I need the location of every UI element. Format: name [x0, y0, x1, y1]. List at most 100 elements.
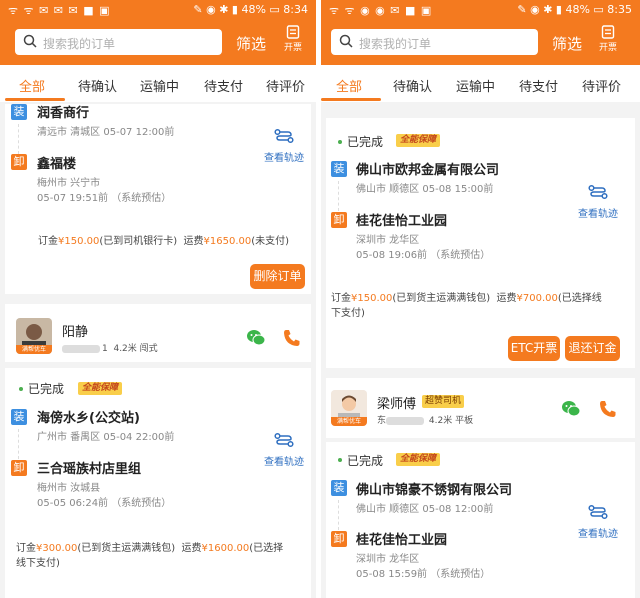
avatar-tag: 满帮优车 [331, 417, 367, 426]
status-bar: ᯤ ᯤ ✉ ✉ ✉ ■ ▣ ✎ ◉ ✱ ▮ 48% ▭ 8:34 [0, 0, 316, 22]
view-track-button[interactable]: 查看轨迹 [254, 128, 314, 164]
deposit-amount: ¥150.00 [58, 236, 100, 247]
search-input[interactable]: 搜索我的订单 [331, 29, 538, 55]
super-driver-tag: 超赞司机 [422, 395, 465, 408]
invoice-icon [286, 25, 300, 39]
left-screen: ᯤ ᯤ ✉ ✉ ✉ ■ ▣ ✎ ◉ ✱ ▮ 48% ▭ 8:34 搜索我的订单 … [0, 0, 316, 598]
unload-time: 05-08 19:06前 （系统预估） [356, 250, 491, 261]
right-screen: ᯤ ᯤ ◉ ◉ ✉ ■ ▣ ✎ ◉ ✱ ▮ 48% ▭ 8:35 搜索我的订单 … [321, 0, 640, 598]
view-track-label: 查看轨迹 [578, 209, 618, 220]
order-card[interactable]: 装 润香商行 清远市 清城区 05-07 12:00前 卸 鑫福楼 梅州市 兴宁… [5, 104, 311, 294]
payment-info: 订金¥150.00(已到司机银行卡) 运费¥1650.00(未支付) [38, 234, 308, 249]
screenshot-collage: ᯤ ᯤ ✉ ✉ ✉ ■ ▣ ✎ ◉ ✱ ▮ 48% ▭ 8:34 搜索我的订单 … [0, 0, 640, 598]
freight-amount: ¥1600.00 [201, 543, 250, 554]
route-line [338, 500, 339, 530]
unload-place: 桂花佳怡工业园 [356, 533, 448, 548]
unload-badge: 卸 [331, 531, 347, 547]
etc-invoice-button[interactable]: ETC开票 [508, 336, 560, 361]
phone-icon[interactable] [282, 328, 302, 348]
tab-underline [321, 98, 381, 101]
refund-deposit-button[interactable]: 退还订金 [565, 336, 620, 361]
deposit-label: 订金 [331, 293, 351, 304]
payment-info: 订金¥300.00(已到货主运满满钱包) 运费¥1600.00(已选择 线下支付) [16, 541, 308, 571]
freight-note: (已选择线 [557, 293, 602, 304]
freight-label: 运费 [183, 236, 204, 247]
avatar: 满帮优车 [16, 318, 52, 354]
unload-location: 深圳市 龙华区 [356, 235, 420, 246]
tab-pending-payment[interactable]: 待支付 [204, 76, 243, 95]
route-icon [274, 432, 294, 448]
deposit-label: 订金 [38, 236, 58, 247]
tab-pending-review[interactable]: 待评价 [266, 76, 305, 95]
deposit-note: (已到货主运满满钱包) [77, 543, 176, 554]
driver-card[interactable]: 满帮优车 阳静 1 4.2米 闯式 [5, 304, 311, 362]
wechat-icon[interactable] [561, 399, 581, 419]
invoice-button[interactable]: 开票 [281, 25, 305, 53]
view-track-label: 查看轨迹 [578, 529, 618, 540]
driver-vehicle: 东 4.2米 平板 [377, 413, 473, 426]
freight-amount: ¥1650.00 [203, 236, 252, 247]
filter-button[interactable]: 筛选 [552, 33, 582, 54]
status-bar: ᯤ ᯤ ◉ ◉ ✉ ■ ▣ ✎ ◉ ✱ ▮ 48% ▭ 8:35 [321, 0, 640, 22]
freight-note: (已选择 [249, 543, 284, 554]
unload-badge: 卸 [11, 460, 27, 476]
tab-all[interactable]: 全部 [19, 76, 45, 95]
masked-phone-prefix: 东 [377, 416, 387, 426]
load-place: 海傍水乡(公交站) [37, 411, 140, 426]
tab-pending-confirm[interactable]: 待确认 [78, 76, 117, 95]
unload-location: 梅州市 兴宁市 [37, 178, 101, 189]
driver-card[interactable]: 满帮优车 梁师傅 超赞司机 东 4.2米 平板 [326, 378, 635, 438]
freight-label: 运费 [496, 293, 517, 304]
route-line [338, 181, 339, 211]
wechat-icon[interactable] [246, 328, 266, 348]
guarantee-badge: 全能保障 [78, 382, 123, 395]
driver-name: 阳静 [62, 325, 89, 340]
route-icon [588, 184, 608, 200]
deposit-note: (已到司机银行卡) [99, 236, 178, 247]
view-track-button[interactable]: 查看轨迹 [568, 504, 628, 540]
vehicle-info: 4.2米 平板 [428, 416, 474, 426]
order-card[interactable]: 已完成 全能保障 装 海傍水乡(公交站) 广州市 番禺区 05-04 22:00… [5, 368, 311, 598]
filter-button[interactable]: 筛选 [236, 33, 266, 54]
delete-order-button[interactable]: 删除订单 [250, 264, 305, 289]
deposit-label: 订金 [16, 543, 36, 554]
search-placeholder: 搜索我的订单 [43, 37, 116, 51]
driver-name: 梁师傅 [377, 397, 417, 412]
tab-all[interactable]: 全部 [336, 76, 362, 95]
unload-badge: 卸 [331, 212, 347, 228]
tab-pending-payment[interactable]: 待支付 [519, 76, 558, 95]
freight-note-cont: 线下支付) [16, 558, 60, 569]
order-card[interactable]: 已完成 全能保障 装 佛山市欧邦金属有限公司 佛山市 顺德区 05-08 15:… [326, 118, 635, 368]
search-icon [23, 34, 37, 48]
status-dot [19, 387, 23, 391]
route-line [18, 124, 19, 154]
unload-place: 鑫福楼 [37, 157, 77, 172]
load-location-time: 佛山市 顺德区 05-08 15:00前 [356, 184, 494, 195]
load-location-time: 广州市 番禺区 05-04 22:00前 [37, 432, 175, 443]
search-placeholder: 搜索我的订单 [359, 37, 432, 51]
search-icon [339, 34, 353, 48]
freight-amount: ¥700.00 [516, 293, 558, 304]
invoice-icon [601, 25, 615, 39]
tab-in-transit[interactable]: 运输中 [456, 76, 495, 95]
view-track-button[interactable]: 查看轨迹 [568, 184, 628, 220]
load-place: 佛山市锦豪不锈钢有限公司 [356, 483, 513, 498]
invoice-label: 开票 [283, 43, 302, 53]
view-track-button[interactable]: 查看轨迹 [254, 432, 314, 468]
app-header: ᯤ ᯤ ◉ ◉ ✉ ■ ▣ ✎ ◉ ✱ ▮ 48% ▭ 8:35 搜索我的订单 … [321, 0, 640, 65]
unload-time: 05-05 06:24前 （系统预估） [37, 498, 172, 509]
load-place: 佛山市欧邦金属有限公司 [356, 163, 500, 178]
order-card[interactable]: 已完成 全能保障 装 佛山市锦豪不锈钢有限公司 佛山市 顺德区 05-08 12… [326, 442, 635, 598]
phone-icon[interactable] [598, 399, 618, 419]
load-location-time: 清远市 清城区 05-07 12:00前 [37, 127, 175, 138]
tab-in-transit[interactable]: 运输中 [140, 76, 179, 95]
tab-pending-confirm[interactable]: 待确认 [393, 76, 432, 95]
invoice-button[interactable]: 开票 [596, 25, 620, 53]
masked-phone [386, 416, 425, 425]
guarantee-badge: 全能保障 [396, 134, 441, 147]
guarantee-badge: 全能保障 [396, 453, 441, 466]
load-badge: 装 [11, 104, 27, 120]
search-input[interactable]: 搜索我的订单 [15, 29, 222, 55]
tab-pending-review[interactable]: 待评价 [582, 76, 621, 95]
vehicle-info: 4.2米 闯式 [113, 344, 158, 354]
